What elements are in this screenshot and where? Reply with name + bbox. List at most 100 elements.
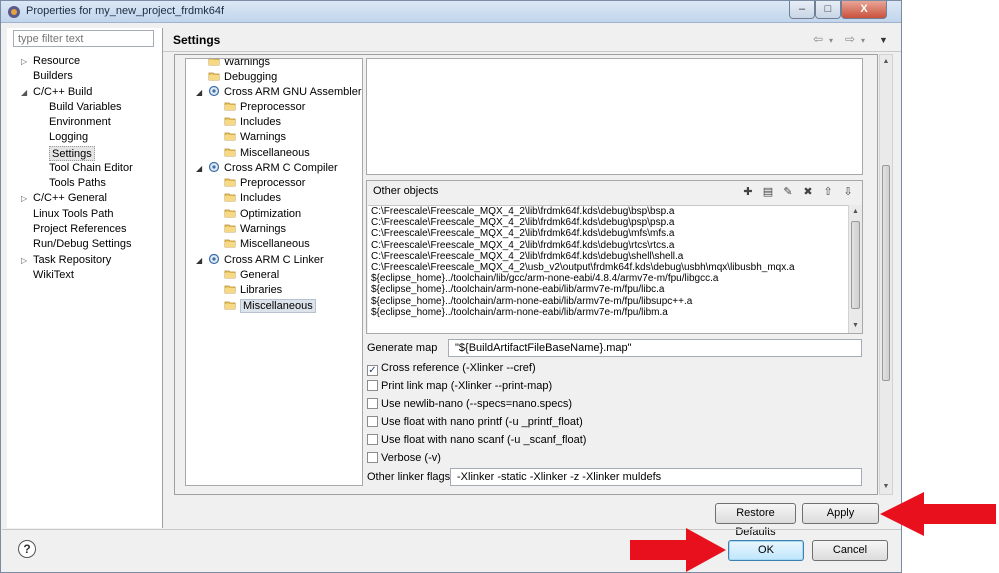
add-icon[interactable]: ✚ xyxy=(740,184,756,200)
page-scrollbar[interactable]: ▲ ▼ xyxy=(879,54,893,495)
tree-item-debugging[interactable]: Debugging xyxy=(208,70,277,85)
tree-item-general[interactable]: General xyxy=(224,268,279,283)
footer-separator xyxy=(2,529,901,530)
ok-button[interactable]: OK xyxy=(728,540,804,561)
nav-item-label: Project References xyxy=(33,223,127,235)
add-workspace-icon[interactable]: ▤ xyxy=(760,184,776,200)
tree-item-includes[interactable]: Includes xyxy=(224,115,281,130)
tree-item-miscellaneous[interactable]: Miscellaneous xyxy=(224,237,310,252)
option-row[interactable]: Use float with nano printf (-u _printf_f… xyxy=(367,415,583,430)
nav-item-build-variables[interactable]: Build Variables xyxy=(49,100,122,115)
list-item[interactable]: C:\Freescale\Freescale_MQX_4_2\lib\frdmk… xyxy=(368,206,848,217)
gear-icon xyxy=(208,85,220,97)
option-row[interactable]: Print link map (-Xlinker --print-map) xyxy=(367,379,552,394)
list-item[interactable]: ${eclipse_home}../toolchain/arm-none-eab… xyxy=(368,296,848,307)
collapse-toggle-icon[interactable]: ◢ xyxy=(196,253,202,268)
nav-item-resource[interactable]: ▷ Resource xyxy=(21,54,81,69)
nav-item-label: Resource xyxy=(33,55,81,67)
checkbox[interactable] xyxy=(367,452,378,463)
tree-item-preprocessor[interactable]: Preprocessor xyxy=(224,176,305,191)
delete-icon[interactable]: ✖ xyxy=(800,184,816,200)
expand-toggle-icon[interactable]: ◢ xyxy=(21,85,27,100)
maximize-button[interactable]: □ xyxy=(815,1,841,19)
list-item[interactable]: C:\Freescale\Freescale_MQX_4_2\lib\frdmk… xyxy=(368,228,848,239)
tree-item-cross-arm-c-compiler[interactable]: ◢ Cross ARM C Compiler xyxy=(196,161,338,176)
tree-item-cross-arm-c-linker[interactable]: ◢ Cross ARM C Linker xyxy=(196,253,324,268)
expand-toggle-icon[interactable]: ▷ xyxy=(21,253,27,268)
apply-button[interactable]: Apply xyxy=(802,503,879,524)
other-objects-list[interactable]: C:\Freescale\Freescale_MQX_4_2\lib\frdmk… xyxy=(368,205,848,333)
tree-item-miscellaneous[interactable]: Miscellaneous xyxy=(224,146,310,161)
nav-item-label: Builders xyxy=(33,70,73,82)
tree-item-preprocessor[interactable]: Preprocessor xyxy=(224,100,305,115)
list-item[interactable]: C:\Freescale\Freescale_MQX_4_2\usb_v2\ou… xyxy=(368,262,848,273)
expand-toggle-icon[interactable]: ▷ xyxy=(21,191,27,206)
pane-sash[interactable] xyxy=(162,28,163,528)
list-item[interactable]: ${eclipse_home}../toolchain/arm-none-eab… xyxy=(368,307,848,318)
tree-item-warnings[interactable]: Warnings xyxy=(208,59,270,70)
list-item[interactable]: ${eclipse_home}../toolchain/lib/gcc/arm-… xyxy=(368,273,848,284)
view-menu-icon[interactable]: ▼ xyxy=(879,35,888,45)
nav-item-task-repository[interactable]: ▷ Task Repository xyxy=(21,253,111,268)
cancel-button[interactable]: Cancel xyxy=(812,540,888,561)
tree-item-libraries[interactable]: Libraries xyxy=(224,283,282,298)
nav-item-logging[interactable]: Logging xyxy=(49,130,88,145)
nav-item-tool-chain-editor[interactable]: Tool Chain Editor xyxy=(49,161,133,176)
nav-item-builders[interactable]: Builders xyxy=(33,69,73,84)
nav-item-c-c-general[interactable]: ▷ C/C++ General xyxy=(21,191,107,206)
option-row[interactable]: Verbose (-v) xyxy=(367,451,441,466)
scroll-up-icon[interactable]: ▲ xyxy=(849,205,862,219)
expand-toggle-icon[interactable]: ▷ xyxy=(21,54,27,69)
close-button[interactable]: X xyxy=(841,1,887,19)
move-down-icon[interactable]: ⇩ xyxy=(840,184,856,200)
minimize-button[interactable]: – xyxy=(789,1,815,19)
nav-item-tools-paths[interactable]: Tools Paths xyxy=(49,176,106,191)
collapse-toggle-icon[interactable]: ◢ xyxy=(196,161,202,176)
scroll-down-icon[interactable]: ▼ xyxy=(849,319,862,333)
nav-item-run-debug-settings[interactable]: Run/Debug Settings xyxy=(33,237,131,252)
list-item[interactable]: C:\Freescale\Freescale_MQX_4_2\lib\frdmk… xyxy=(368,240,848,251)
tree-item-warnings[interactable]: Warnings xyxy=(224,222,286,237)
help-icon[interactable]: ? xyxy=(18,540,36,558)
tree-item-optimization[interactable]: Optimization xyxy=(224,207,301,222)
folder-icon xyxy=(224,222,236,234)
checkbox[interactable] xyxy=(367,398,378,409)
title-bar[interactable]: Properties for my_new_project_frdmk64f –… xyxy=(1,1,901,23)
tree-item-includes[interactable]: Includes xyxy=(224,191,281,206)
back-dropdown-icon[interactable]: ▾ xyxy=(829,36,833,45)
scroll-thumb[interactable] xyxy=(851,221,860,309)
nav-item-project-references[interactable]: Project References xyxy=(33,222,127,237)
nav-item-linux-tools-path[interactable]: Linux Tools Path xyxy=(33,207,114,222)
move-up-icon[interactable]: ⇧ xyxy=(820,184,836,200)
generate-map-input[interactable]: "${BuildArtifactFileBaseName}.map" xyxy=(448,339,862,357)
checkbox[interactable] xyxy=(367,416,378,427)
page-scroll-up-icon[interactable]: ▲ xyxy=(880,55,892,69)
nav-item-c-c-build[interactable]: ◢ C/C++ Build xyxy=(21,85,92,100)
folder-icon xyxy=(224,299,236,311)
nav-item-settings[interactable]: Settings xyxy=(49,146,95,161)
checkbox[interactable] xyxy=(367,380,378,391)
tree-item-cross-arm-gnu-assembler[interactable]: ◢ Cross ARM GNU Assembler xyxy=(196,85,362,100)
back-icon[interactable]: ⇦ xyxy=(813,32,823,46)
option-row[interactable]: Use newlib-nano (--specs=nano.specs) xyxy=(367,397,572,412)
list-item[interactable]: C:\Freescale\Freescale_MQX_4_2\lib\frdmk… xyxy=(368,217,848,228)
filter-input[interactable] xyxy=(13,30,154,47)
nav-item-wikitext[interactable]: WikiText xyxy=(33,268,74,283)
forward-icon[interactable]: ⇨ xyxy=(845,32,855,46)
nav-item-environment[interactable]: Environment xyxy=(49,115,111,130)
tree-item-warnings[interactable]: Warnings xyxy=(224,130,286,145)
page-scroll-thumb[interactable] xyxy=(882,165,890,381)
tree-item-miscellaneous[interactable]: Miscellaneous xyxy=(224,299,316,314)
restore-defaults-button[interactable]: Restore Defaults xyxy=(715,503,796,538)
checkbox[interactable]: ✓ xyxy=(367,365,378,376)
option-row[interactable]: Use float with nano scanf (-u _scanf_flo… xyxy=(367,433,586,448)
checkbox[interactable] xyxy=(367,434,378,445)
list-item[interactable]: ${eclipse_home}../toolchain/arm-none-eab… xyxy=(368,284,848,295)
list-item[interactable]: C:\Freescale\Freescale_MQX_4_2\lib\frdmk… xyxy=(368,251,848,262)
objects-scrollbar[interactable]: ▲ ▼ xyxy=(848,205,862,333)
other-linker-flags-input[interactable]: -Xlinker -static -Xlinker -z -Xlinker mu… xyxy=(450,468,862,486)
collapse-toggle-icon[interactable]: ◢ xyxy=(196,85,202,100)
option-row[interactable]: ✓ Cross reference (-Xlinker --cref) xyxy=(367,361,536,376)
edit-icon[interactable]: ✎ xyxy=(780,184,796,200)
forward-dropdown-icon[interactable]: ▾ xyxy=(861,36,865,45)
